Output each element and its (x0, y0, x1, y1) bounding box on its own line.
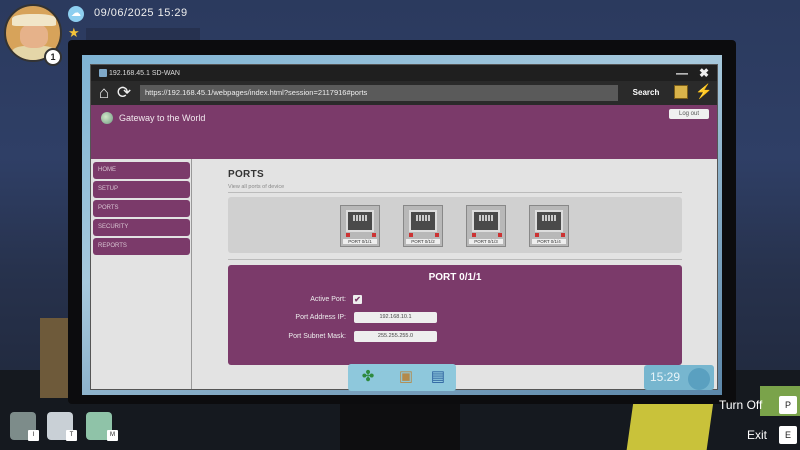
divider (228, 259, 682, 260)
port-button[interactable]: PORT 0/1/2 (403, 205, 443, 247)
network-tool-icon[interactable]: ⚡ (695, 83, 712, 100)
ethernet-port-icon (535, 210, 563, 232)
sidebar: HOME SETUP PORTS SECURITY REPORTS (91, 159, 192, 389)
game-datetime: 09/06/2025 15:29 (94, 7, 188, 19)
minimize-button[interactable]: — (676, 66, 688, 80)
sidebar-item-ports[interactable]: PORTS (93, 200, 190, 217)
logout-button[interactable]: Log out (669, 109, 709, 119)
window-title: 192.168.45.1 SD-WAN (109, 69, 180, 77)
ethernet-port-icon (409, 210, 437, 232)
folder-icon[interactable] (674, 85, 688, 99)
port-led (472, 233, 476, 237)
active-port-label: Active Port: (310, 296, 346, 303)
exit-key: E (779, 426, 797, 444)
window-titlebar: 192.168.45.1 SD-WAN — ✖ (91, 65, 717, 81)
app-icon (99, 69, 107, 77)
avatar-face (20, 24, 48, 48)
page-subtitle: View all ports of device (228, 184, 285, 190)
inventory-key: I (28, 430, 39, 441)
main-content: PORTS View all ports of device PORT 0/1/… (192, 159, 717, 389)
sidebar-item-setup[interactable]: SETUP (93, 181, 190, 198)
ip-address-field[interactable]: 192.168.10.1 (354, 312, 437, 323)
browser-navbar: ⌂ ⟳ https://192.168.45.1/webpages/index.… (91, 81, 717, 105)
notification-icon[interactable] (688, 368, 710, 390)
turn-off-label[interactable]: Turn Off (719, 398, 762, 412)
port-button[interactable]: PORT 0/1/4 (529, 205, 569, 247)
port-led (561, 233, 565, 237)
router-admin-page: Gateway to the World Log out HOME SETUP … (91, 105, 717, 389)
ethernet-port-icon (346, 210, 374, 232)
ports-panel: PORT 0/1/1 PORT 0/1/2 PORT 0/1/3 PORT 0/… (228, 197, 682, 253)
yellow-box (626, 402, 714, 450)
monitor-stand (340, 404, 460, 450)
tablet-key: T (66, 430, 77, 441)
avatar-hat (12, 14, 56, 26)
site-title: Gateway to the World (119, 113, 206, 123)
globe-icon (101, 112, 113, 124)
port-label: PORT 0/1/3 (469, 239, 503, 244)
site-header: Gateway to the World Log out (91, 105, 717, 159)
map-key: M (107, 430, 118, 441)
sidebar-item-reports[interactable]: REPORTS (93, 238, 190, 255)
url-input[interactable]: https://192.168.45.1/webpages/index.html… (140, 85, 618, 101)
port-led (535, 233, 539, 237)
turn-off-key: P (779, 396, 797, 414)
close-button[interactable]: ✖ (699, 66, 709, 80)
port-config-panel: PORT 0/1/1 Active Port: ✔ Port Address I… (228, 265, 682, 365)
port-led (372, 233, 376, 237)
ip-label: Port Address IP: (295, 314, 346, 321)
port-label: PORT 0/1/4 (532, 239, 566, 244)
refresh-icon[interactable]: ⟳ (115, 83, 133, 103)
port-button[interactable]: PORT 0/1/1 (340, 205, 380, 247)
ethernet-port-icon (472, 210, 500, 232)
port-led (498, 233, 502, 237)
port-led (435, 233, 439, 237)
page-title: PORTS (228, 169, 264, 180)
browser-window: 192.168.45.1 SD-WAN — ✖ ⌂ ⟳ https://192.… (90, 64, 718, 390)
divider (228, 192, 682, 193)
port-button[interactable]: PORT 0/1/3 (466, 205, 506, 247)
package-app-icon[interactable]: ▣ (396, 368, 416, 386)
port-label: PORT 0/1/1 (343, 239, 377, 244)
sidebar-item-home[interactable]: HOME (93, 162, 190, 179)
port-led (409, 233, 413, 237)
port-led (346, 233, 350, 237)
weather-icon: ☁ (68, 6, 84, 22)
os-taskbar: ✤ ▣ ▤ (348, 364, 456, 391)
subnet-mask-label: Port Subnet Mask: (288, 333, 346, 340)
port-label: PORT 0/1/2 (406, 239, 440, 244)
xp-bar (86, 28, 200, 40)
home-icon[interactable]: ⌂ (95, 83, 113, 103)
exit-label[interactable]: Exit (747, 428, 767, 442)
sidebar-item-security[interactable]: SECURITY (93, 219, 190, 236)
search-button[interactable]: Search (626, 85, 666, 101)
level-badge: 1 (44, 48, 62, 66)
active-port-checkbox[interactable]: ✔ (353, 295, 362, 304)
port-config-title: PORT 0/1/1 (428, 272, 482, 283)
star-icon: ★ (68, 25, 80, 40)
subnet-mask-field[interactable]: 255.255.255.0 (354, 331, 437, 342)
browser-app-icon[interactable]: ▤ (428, 368, 448, 386)
clover-app-icon[interactable]: ✤ (358, 368, 378, 386)
